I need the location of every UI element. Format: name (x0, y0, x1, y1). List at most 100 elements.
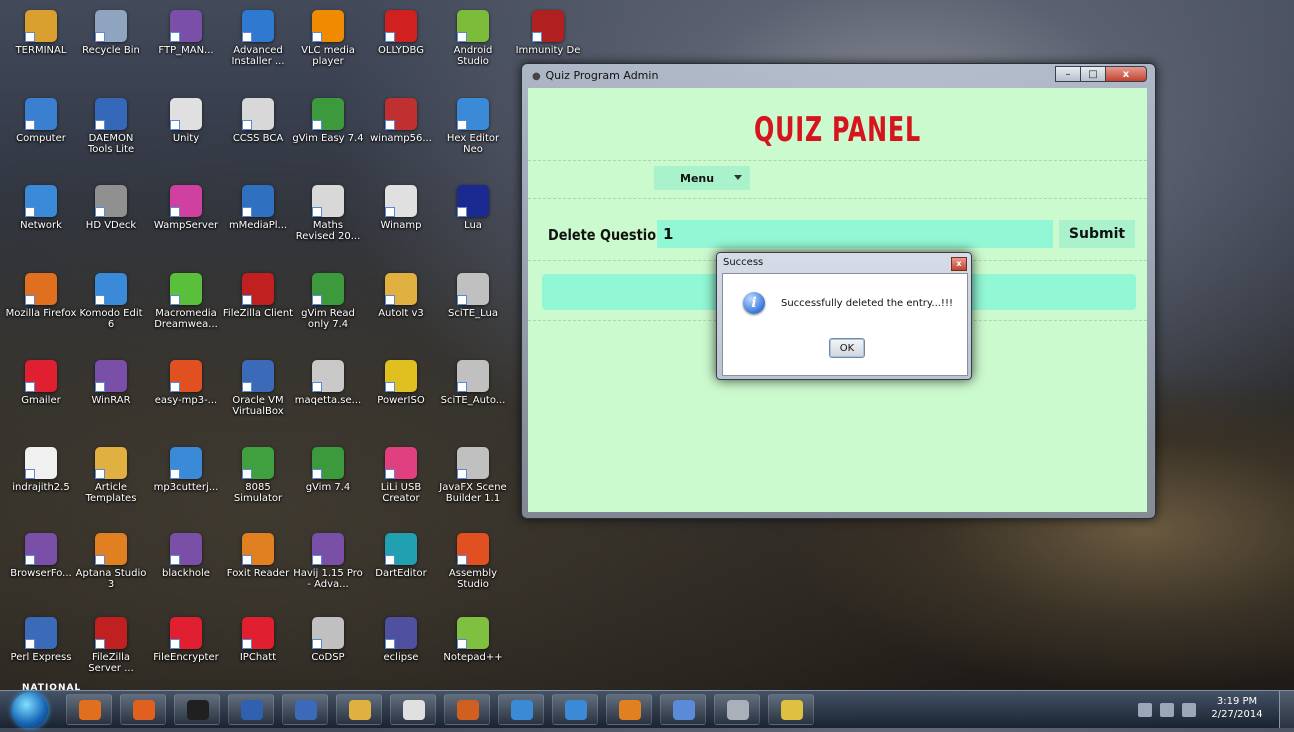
desktop-icon[interactable]: Gmailer (5, 360, 77, 406)
taskbar-item-foxit-pdf[interactable] (606, 694, 652, 725)
remote-desktop-icon (565, 700, 587, 720)
desktop-icon[interactable]: Notepad++ (437, 617, 509, 663)
ok-button[interactable]: OK (829, 338, 865, 358)
app-icon (95, 185, 127, 217)
desktop-icon-label: BrowserFo... (10, 568, 72, 579)
desktop-icon[interactable]: VLC media player (292, 10, 364, 67)
desktop-icon[interactable]: 8085 Simulator (222, 447, 294, 504)
taskbar-item-command-prompt[interactable] (174, 694, 220, 725)
taskbar-item-remote-desktop[interactable] (552, 694, 598, 725)
desktop-icon[interactable]: Lua (437, 185, 509, 231)
desktop-icon[interactable]: gVim Easy 7.4 (292, 98, 364, 144)
desktop-icon[interactable]: blackhole (150, 533, 222, 579)
desktop-icon-label: CCSS BCA (232, 133, 284, 144)
taskbar-item-firefox[interactable] (66, 694, 112, 725)
show-desktop-button[interactable] (1279, 691, 1294, 728)
desktop-icon[interactable]: FileZilla Server ... (75, 617, 147, 674)
delete-question-input[interactable] (657, 220, 1053, 248)
desktop-icon[interactable]: Mozilla Firefox (5, 273, 77, 319)
taskbar-item-virtualbox[interactable] (282, 694, 328, 725)
desktop-icon[interactable]: CCSS BCA (222, 98, 294, 144)
desktop-icon[interactable]: easy-mp3-... (150, 360, 222, 406)
desktop-icon[interactable]: mMediaPl... (222, 185, 294, 231)
desktop-icon[interactable]: Advanced Installer ... (222, 10, 294, 67)
media-player-icon (133, 700, 155, 720)
desktop-icon[interactable]: SciTE_Auto... (437, 360, 509, 406)
desktop-icon[interactable]: Aptana Studio 3 (75, 533, 147, 590)
desktop-icon[interactable]: BrowserFo... (5, 533, 77, 579)
desktop-icon[interactable]: OLLYDBG (365, 10, 437, 56)
desktop-icon[interactable]: mp3cutterj... (150, 447, 222, 493)
desktop-icon[interactable]: FileEncrypter (150, 617, 222, 663)
volume-icon[interactable] (1182, 703, 1196, 717)
desktop-icon[interactable]: AutoIt v3 (365, 273, 437, 319)
desktop-icon[interactable]: Winamp (365, 185, 437, 231)
desktop-icon[interactable]: WampServer (150, 185, 222, 231)
desktop-icon[interactable]: JavaFX Scene Builder 1.1 (437, 447, 509, 504)
desktop-icon[interactable]: DartEditor (365, 533, 437, 579)
desktop-icon[interactable]: LiLi USB Creator (365, 447, 437, 504)
desktop-icon[interactable]: Unity (150, 98, 222, 144)
desktop-icon-label: Lua (464, 220, 482, 231)
desktop-icon[interactable]: indrajith2.5 (5, 447, 77, 493)
menu-label: Menu (680, 171, 715, 185)
desktop-icon[interactable]: CoDSP (292, 617, 364, 663)
app-icon (457, 360, 489, 392)
desktop-icon[interactable]: DAEMON Tools Lite (75, 98, 147, 155)
desktop-icon[interactable]: TERMINAL (5, 10, 77, 56)
desktop-icon[interactable]: SciTE_Lua (437, 273, 509, 319)
desktop-icon[interactable]: Maths Revised 20... (292, 185, 364, 242)
taskbar-item-paint[interactable] (768, 694, 814, 725)
clock[interactable]: 3:19 PM 2/27/2014 (1202, 695, 1272, 732)
desktop-icon[interactable]: gVim Read only 7.4 (292, 273, 364, 330)
desktop-icon[interactable]: FTP_MAN... (150, 10, 222, 56)
taskbar-item-matlab[interactable] (444, 694, 490, 725)
taskbar-item-visual-studio[interactable] (228, 694, 274, 725)
desktop-icon[interactable]: PowerISO (365, 360, 437, 406)
start-button[interactable] (12, 692, 48, 728)
desktop-icon[interactable]: Recycle Bin (75, 10, 147, 56)
desktop-icon[interactable]: HD VDeck (75, 185, 147, 231)
desktop-icon[interactable]: Network (5, 185, 77, 231)
taskbar-item-notes[interactable] (660, 694, 706, 725)
desktop-icon[interactable]: Oracle VM VirtualBox (222, 360, 294, 417)
desktop-icon[interactable]: maqetta.se... (292, 360, 364, 406)
desktop-icon[interactable]: Havij 1.15 Pro - Adva... (292, 533, 364, 590)
tray-chevron-icon[interactable] (1138, 703, 1152, 717)
network-icon[interactable] (1160, 703, 1174, 717)
submit-button[interactable]: Submit (1059, 220, 1135, 248)
app-icon (385, 273, 417, 305)
separator (528, 198, 1147, 199)
desktop-icon[interactable]: winamp56... (365, 98, 437, 144)
taskbar-item-file-explorer[interactable] (336, 694, 382, 725)
dialog-close-button[interactable]: x (951, 257, 967, 271)
desktop-icon[interactable]: Hex Editor Neo (437, 98, 509, 155)
taskbar-item-livecode[interactable] (498, 694, 544, 725)
app-icon (95, 10, 127, 42)
foxit-pdf-icon (619, 700, 641, 720)
desktop-icon[interactable]: Immunity De (512, 10, 584, 56)
window-titlebar[interactable]: ● Quiz Program Admin (532, 69, 658, 82)
taskbar-item-media-player[interactable] (120, 694, 166, 725)
desktop-icon[interactable]: eclipse (365, 617, 437, 663)
desktop-icon[interactable]: Foxit Reader (222, 533, 294, 579)
desktop-icon[interactable]: FileZilla Client (222, 273, 294, 319)
desktop-icon[interactable]: Article Templates (75, 447, 147, 504)
desktop-icon[interactable]: Komodo Edit 6 (75, 273, 147, 330)
desktop-icon[interactable]: Perl Express (5, 617, 77, 663)
minimize-button[interactable]: – (1055, 66, 1081, 82)
desktop-icon[interactable]: Computer (5, 98, 77, 144)
desktop-icon[interactable]: gVim 7.4 (292, 447, 364, 493)
app-icon (457, 10, 489, 42)
close-button[interactable]: x (1105, 66, 1147, 82)
desktop-icon[interactable]: IPChatt (222, 617, 294, 663)
taskbar-item-apple-app[interactable] (714, 694, 760, 725)
desktop-icon[interactable]: Macromedia Dreamwea... (150, 273, 222, 330)
maximize-button[interactable]: □ (1080, 66, 1106, 82)
taskbar-item-winamp[interactable] (390, 694, 436, 725)
desktop-icon-label: Macromedia Dreamwea... (154, 308, 218, 330)
desktop-icon[interactable]: Android Studio (437, 10, 509, 67)
desktop-icon[interactable]: WinRAR (75, 360, 147, 406)
desktop-icon[interactable]: Assembly Studio (437, 533, 509, 590)
menu-dropdown[interactable]: Menu (654, 166, 750, 190)
